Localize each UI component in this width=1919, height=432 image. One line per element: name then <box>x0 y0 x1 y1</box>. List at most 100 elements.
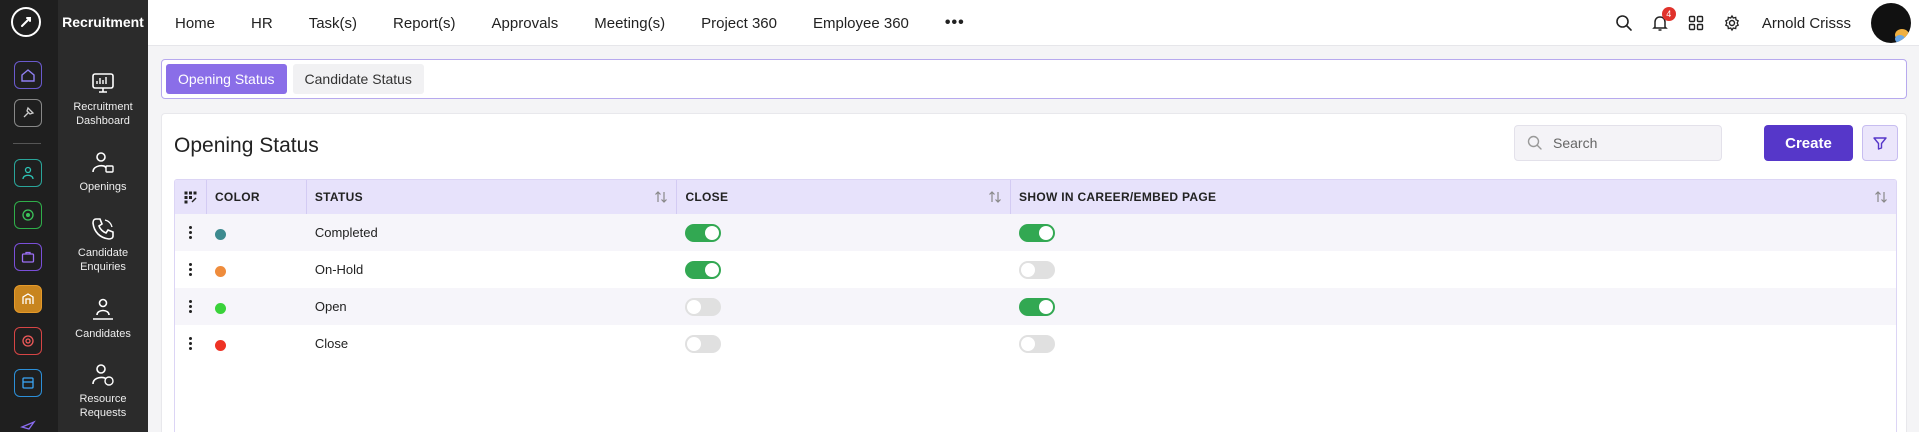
apps-grid-icon[interactable] <box>1686 13 1706 33</box>
nav-hr[interactable]: HR <box>251 15 273 32</box>
show-in-career-toggle[interactable] <box>1019 223 1056 242</box>
close-cell <box>677 214 1011 251</box>
home-rail-icon[interactable] <box>14 61 42 89</box>
table-row: Close <box>175 325 1896 362</box>
color-swatch <box>214 303 226 314</box>
plane-rail-icon[interactable] <box>14 411 42 432</box>
close-toggle[interactable] <box>685 334 722 353</box>
show-in-career-toggle[interactable] <box>1019 334 1056 353</box>
nav-reports[interactable]: Report(s) <box>393 15 456 32</box>
table-row: On-Hold <box>175 251 1896 288</box>
show-in-career-toggle[interactable] <box>1019 260 1056 279</box>
row-actions-kebab-icon[interactable] <box>175 214 207 251</box>
status-table: COLOR STATUS CLOSE SHOW IN CAREER/EMBED … <box>174 179 1897 432</box>
nav-more-icon[interactable]: ••• <box>945 14 965 32</box>
close-cell <box>677 325 1011 362</box>
nav-meetings[interactable]: Meeting(s) <box>594 15 665 32</box>
table-row: Completed <box>175 214 1896 251</box>
resource-user-icon <box>92 364 114 386</box>
color-swatch <box>214 266 226 277</box>
main-nav: Home HR Task(s) Report(s) Approvals Meet… <box>175 0 965 46</box>
close-toggle[interactable] <box>685 223 722 242</box>
money-rail-icon[interactable] <box>14 201 42 229</box>
status-label: Close <box>314 336 349 351</box>
row-actions-kebab-icon[interactable] <box>175 251 207 288</box>
archive-rail-icon[interactable] <box>14 369 42 397</box>
color-cell <box>207 288 307 325</box>
column-header-color: COLOR <box>207 180 307 214</box>
nav-tasks[interactable]: Task(s) <box>309 15 357 32</box>
color-swatch <box>214 340 226 351</box>
close-toggle[interactable] <box>685 260 722 279</box>
column-header-status[interactable]: STATUS <box>307 180 678 214</box>
app-logo-icon[interactable] <box>11 7 41 37</box>
user-name[interactable]: Arnold Crisss <box>1762 15 1851 32</box>
column-label: CLOSE <box>685 190 729 204</box>
nav-employee-360[interactable]: Employee 360 <box>813 15 909 32</box>
top-navbar: Home HR Task(s) Report(s) Approvals Meet… <box>148 0 1919 46</box>
row-actions-kebab-icon[interactable] <box>175 325 207 362</box>
status-label: Open <box>314 299 347 314</box>
show-in-career-toggle[interactable] <box>1019 297 1056 316</box>
career-cell <box>1011 288 1896 325</box>
table-row: Open <box>175 288 1896 325</box>
target-rail-icon[interactable] <box>14 327 42 355</box>
table-header: COLOR STATUS CLOSE SHOW IN CAREER/EMBED … <box>175 180 1896 214</box>
career-cell <box>1011 325 1896 362</box>
sidebar-item-candidates[interactable]: Candidates <box>58 297 148 341</box>
sidebar-item-label: Recruitment Dashboard <box>73 101 133 127</box>
recruitment-rail-icon[interactable] <box>14 285 42 313</box>
nav-approvals[interactable]: Approvals <box>492 15 559 32</box>
color-cell <box>207 214 307 251</box>
status-cell: On-Hold <box>307 251 678 288</box>
filter-icon[interactable] <box>1862 125 1898 161</box>
briefcase-rail-icon[interactable] <box>14 243 42 271</box>
column-label: SHOW IN CAREER/EMBED PAGE <box>1019 190 1217 204</box>
nav-project-360[interactable]: Project 360 <box>701 15 777 32</box>
sidebar-item-openings[interactable]: Openings <box>58 150 148 194</box>
status-tabs: Opening Status Candidate Status <box>161 59 1907 99</box>
sidebar-item-label: Candidate Enquiries <box>77 247 129 273</box>
sort-icon[interactable] <box>654 190 668 204</box>
sidebar-item-label: Openings <box>79 181 127 193</box>
pin-rail-icon[interactable] <box>14 99 42 127</box>
sidebar-item-label: Candidates <box>75 328 131 340</box>
status-label: Completed <box>314 225 378 240</box>
status-cell: Open <box>307 288 678 325</box>
gear-icon[interactable] <box>1722 13 1742 33</box>
tab-candidate-status[interactable]: Candidate Status <box>292 64 424 94</box>
nav-home[interactable]: Home <box>175 15 215 32</box>
career-cell <box>1011 251 1896 288</box>
sort-icon[interactable] <box>1874 190 1888 204</box>
search-input[interactable] <box>1553 135 1703 151</box>
sidebar-item-recruitment-dashboard[interactable]: Recruitment Dashboard <box>58 70 148 128</box>
people-rail-icon[interactable] <box>14 159 42 187</box>
sidebar-item-candidate-enquiries[interactable]: Candidate Enquiries <box>58 216 148 274</box>
sidebar-item-resource-requests[interactable]: Resource Requests <box>58 362 148 420</box>
row-actions-kebab-icon[interactable] <box>175 288 207 325</box>
module-title: Recruitment <box>62 14 144 30</box>
search-icon[interactable] <box>1614 13 1634 33</box>
tab-opening-status[interactable]: Opening Status <box>166 64 287 94</box>
openings-user-icon <box>92 152 114 173</box>
column-header-show-in-career[interactable]: SHOW IN CAREER/EMBED PAGE <box>1011 180 1896 214</box>
phone-icon <box>92 218 114 240</box>
table-body: Completed On-Hold Open Close <box>175 214 1896 362</box>
header-actions: 4 Arnold Crisss <box>1614 0 1919 46</box>
sort-icon[interactable] <box>988 190 1002 204</box>
notification-bell-icon[interactable]: 4 <box>1650 7 1676 33</box>
color-cell <box>207 251 307 288</box>
color-cell <box>207 325 307 362</box>
create-button[interactable]: Create <box>1764 125 1853 161</box>
status-label: On-Hold <box>314 262 364 277</box>
avatar[interactable] <box>1871 3 1911 43</box>
column-header-close[interactable]: CLOSE <box>677 180 1012 214</box>
column-label: COLOR <box>214 190 260 204</box>
candidates-network-icon <box>93 298 113 320</box>
column-chooser-icon[interactable] <box>175 180 207 214</box>
close-cell <box>677 288 1011 325</box>
close-toggle[interactable] <box>685 297 722 316</box>
notification-badge: 4 <box>1661 7 1676 21</box>
module-sidebar: Recruitment Recruitment Dashboard Openin… <box>58 0 148 432</box>
status-cell: Completed <box>307 214 678 251</box>
